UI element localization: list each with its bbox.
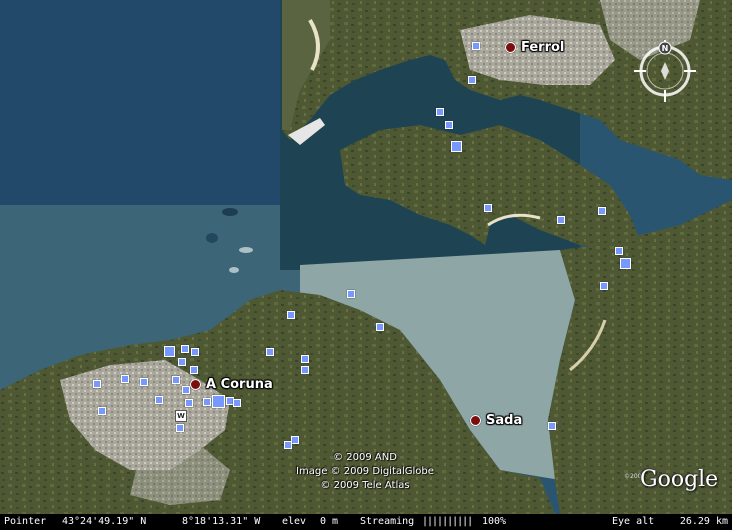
- photo-icon[interactable]: [185, 399, 193, 407]
- island: [206, 233, 218, 243]
- photo-icon[interactable]: [548, 422, 556, 430]
- place-a-coruna[interactable]: A Coruna: [190, 377, 273, 392]
- photo-icon[interactable]: [451, 141, 462, 152]
- photo-icon[interactable]: [266, 348, 274, 356]
- copyright-line: © 2009 AND: [333, 452, 397, 463]
- longitude-readout: 8°18'13.31" W: [182, 516, 261, 527]
- place-dot-icon: [505, 42, 516, 53]
- photo-icon[interactable]: [233, 399, 241, 407]
- pointer-label: Pointer: [4, 516, 47, 527]
- photo-icon[interactable]: [301, 355, 309, 363]
- map-viewport[interactable]: W Ferrol A Coruna Sada N © 2009 AND Imag…: [0, 0, 732, 530]
- photo-icon[interactable]: [190, 366, 198, 374]
- eye-alt-label: Eye alt: [612, 516, 655, 527]
- photo-icon[interactable]: [181, 345, 189, 353]
- photo-icon[interactable]: [620, 258, 631, 269]
- photo-icon[interactable]: [436, 108, 444, 116]
- photo-icon[interactable]: [284, 441, 292, 449]
- place-label: Ferrol: [521, 40, 565, 55]
- photo-icon[interactable]: [347, 290, 355, 298]
- elevation-label: elev: [282, 516, 307, 527]
- streaming-percent: 100%: [482, 516, 507, 527]
- google-logo: Google: [640, 467, 719, 492]
- photo-icon[interactable]: [598, 207, 606, 215]
- place-sada[interactable]: Sada: [470, 413, 522, 428]
- satellite-map[interactable]: [0, 0, 732, 514]
- photo-icon[interactable]: [615, 247, 623, 255]
- photo-icon[interactable]: [557, 216, 565, 224]
- photo-icon[interactable]: [93, 380, 101, 388]
- photo-icon[interactable]: [445, 121, 453, 129]
- photo-icon[interactable]: [472, 42, 480, 50]
- photo-icon[interactable]: [600, 282, 608, 290]
- island: [229, 267, 239, 273]
- photo-icon[interactable]: [484, 204, 492, 212]
- place-ferrol[interactable]: Ferrol: [505, 40, 564, 55]
- photo-icon[interactable]: [178, 358, 186, 366]
- copyright-line: © 2009 Tele Atlas: [320, 480, 410, 491]
- photo-icon[interactable]: [164, 346, 175, 357]
- place-label: Sada: [486, 413, 523, 428]
- island: [222, 208, 238, 216]
- copyright-notice: © 2009 AND Image © 2009 DigitalGlobe © 2…: [280, 451, 450, 493]
- photo-icon[interactable]: [191, 348, 199, 356]
- photo-icon[interactable]: [212, 395, 225, 408]
- latitude-readout: 43°24'49.19" N: [62, 516, 147, 527]
- photo-icon[interactable]: [203, 398, 211, 406]
- photo-icon[interactable]: [172, 376, 180, 384]
- photo-icon[interactable]: [98, 407, 106, 415]
- photo-icon[interactable]: [155, 396, 163, 404]
- photo-icon[interactable]: [121, 375, 129, 383]
- place-label: A Coruna: [206, 377, 273, 392]
- compass-rose-icon[interactable]: N: [632, 38, 698, 104]
- island: [239, 247, 253, 253]
- copyright-line: Image © 2009 DigitalGlobe: [296, 466, 434, 477]
- photo-icon[interactable]: [182, 386, 190, 394]
- elevation-readout: 0 m: [320, 516, 339, 527]
- streaming-label: Streaming: [360, 516, 415, 527]
- place-dot-icon: [470, 415, 481, 426]
- photo-icon[interactable]: [287, 311, 295, 319]
- photo-icon[interactable]: [140, 378, 148, 386]
- eye-alt-readout: 26.29 km: [679, 516, 728, 527]
- place-dot-icon: [190, 379, 201, 390]
- photo-icon[interactable]: [468, 76, 476, 84]
- photo-icon[interactable]: [176, 424, 184, 432]
- photo-icon[interactable]: [301, 366, 309, 374]
- status-bar: Pointer 43°24'49.19" N 8°18'13.31" W ele…: [0, 514, 732, 530]
- wikipedia-marker-icon[interactable]: W: [175, 410, 187, 422]
- streaming-bars: ||||||||||: [422, 516, 473, 527]
- photo-icon[interactable]: [291, 436, 299, 444]
- compass-north-label: N: [662, 44, 669, 53]
- photo-icon[interactable]: [376, 323, 384, 331]
- ocean-tile-left-top: [0, 0, 290, 205]
